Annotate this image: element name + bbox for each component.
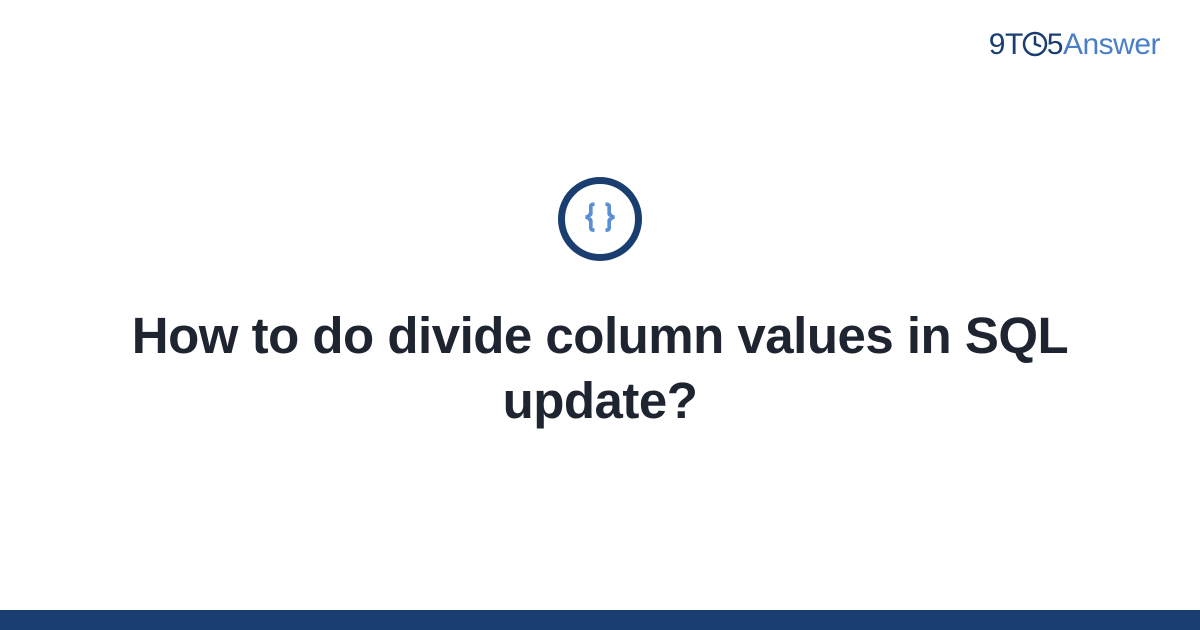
code-braces-icon <box>578 197 622 241</box>
footer-accent-bar <box>0 610 1200 630</box>
category-badge <box>558 177 642 261</box>
question-title: How to do divide column values in SQL up… <box>100 303 1100 434</box>
main-content: How to do divide column values in SQL up… <box>0 0 1200 610</box>
